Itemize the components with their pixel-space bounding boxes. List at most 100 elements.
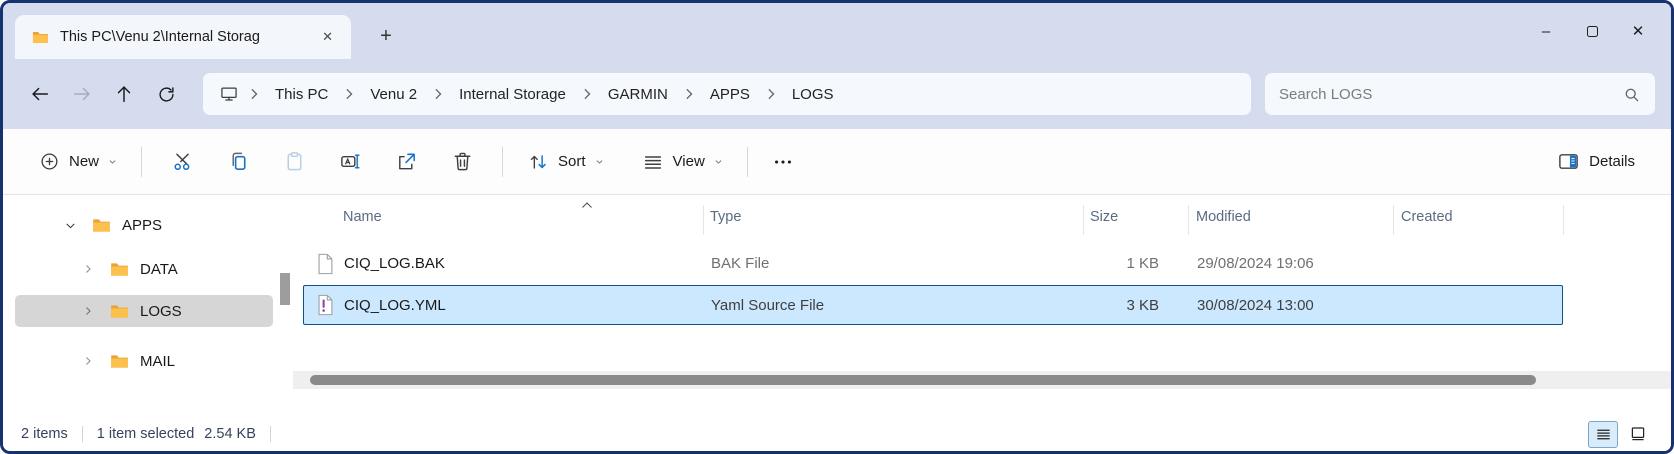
details-view-icon [1595,426,1612,443]
status-bar: 2 items 1 item selected 2.54 KB [3,417,1671,451]
navigation-bar: This PC Venu 2 Internal Storage GARMIN A… [3,59,1671,129]
search-input[interactable] [1279,86,1622,103]
forward-arrow-icon [71,83,93,105]
new-tab-button[interactable]: + [369,19,403,53]
sort-button[interactable]: Sort [515,141,616,183]
back-button[interactable] [19,75,61,113]
file-icon [314,252,336,276]
breadcrumb[interactable]: This PC Venu 2 Internal Storage GARMIN A… [203,73,1251,115]
share-button[interactable] [378,141,434,183]
cut-button[interactable] [154,141,210,183]
column-header-created[interactable]: Created [1401,209,1453,225]
chevron-right-icon [578,88,596,100]
file-name: CIQ_LOG.YML [344,297,446,314]
close-button[interactable]: ✕ [1615,11,1661,51]
breadcrumb-item-garmin[interactable]: GARMIN [598,81,678,108]
details-pane-label: Details [1589,153,1635,170]
breadcrumb-item-apps[interactable]: APPS [700,81,760,108]
column-header-name[interactable]: Name [343,209,382,225]
view-button-label: View [673,153,705,170]
search-box[interactable] [1265,73,1655,115]
rename-button[interactable] [322,141,378,183]
cut-icon [171,150,194,173]
sidebar-vertical-scrollbar[interactable] [280,273,290,305]
rename-icon [339,150,362,173]
column-divider[interactable] [1188,205,1189,235]
large-icons-view-toggle[interactable] [1623,421,1653,448]
breadcrumb-item-venu2[interactable]: Venu 2 [360,81,427,108]
tree-item-mail[interactable]: MAIL [15,345,273,377]
copy-icon [227,150,250,173]
new-button-label: New [69,153,99,170]
forward-button[interactable] [61,75,103,113]
folder-icon [109,259,130,280]
tree-item-data[interactable]: DATA [15,253,273,285]
details-view-toggle[interactable] [1588,421,1618,448]
file-size: 1 KB [994,255,1159,272]
file-row-ciq-log-bak[interactable]: CIQ_LOG.BAK BAK File 1 KB 29/08/2024 19:… [303,243,1563,283]
column-header-type[interactable]: Type [710,209,741,225]
content-area: APPS DATA LOGS MAIL Name Type [3,195,1671,417]
column-divider[interactable] [1563,205,1564,235]
chevron-right-icon [340,88,358,100]
titlebar: This PC\Venu 2\Internal Storag ✕ + – ✕ [3,3,1671,59]
search-icon[interactable] [1622,85,1641,104]
copy-button[interactable] [210,141,266,183]
chevron-collapsed-icon[interactable] [77,263,99,275]
trash-icon [451,150,474,173]
file-list: Name Type Size Modified Created CIQ_LOG.… [293,195,1671,417]
tree-item-label: MAIL [140,353,175,370]
view-button[interactable]: View [630,141,735,183]
breadcrumb-item-this-pc[interactable]: This PC [265,81,338,108]
minimize-button[interactable]: – [1523,11,1569,51]
horizontal-scrollbar-thumb[interactable] [310,375,1536,385]
refresh-button[interactable] [145,75,187,113]
details-pane-button[interactable]: Details [1545,141,1647,183]
breadcrumb-item-internal-storage[interactable]: Internal Storage [449,81,576,108]
share-icon [395,150,418,173]
tab-close-icon[interactable]: ✕ [316,27,339,47]
column-divider[interactable] [1393,205,1394,235]
chevron-expanded-icon[interactable] [59,219,81,232]
column-divider[interactable] [703,205,704,235]
tree-item-apps[interactable]: APPS [15,209,273,241]
breadcrumb-item-logs[interactable]: LOGS [782,81,844,108]
more-options-button[interactable] [760,141,806,183]
tree-item-label: DATA [140,261,178,278]
sort-button-label: Sort [558,153,586,170]
toolbar-divider [502,147,503,177]
this-pc-icon [215,84,243,104]
paste-button[interactable] [266,141,322,183]
file-type: BAK File [711,255,769,272]
refresh-icon [156,84,177,105]
chevron-collapsed-icon[interactable] [77,305,99,317]
status-divider [82,426,83,442]
file-size: 3 KB [994,297,1159,314]
file-modified: 30/08/2024 13:00 [1197,297,1314,314]
large-icons-view-icon [1629,425,1647,443]
view-toggles [1588,421,1653,448]
maximize-button[interactable] [1569,11,1615,51]
column-header-size[interactable]: Size [1090,209,1118,225]
column-divider[interactable] [1083,205,1084,235]
folder-icon [91,215,112,236]
new-button[interactable]: New [27,141,129,183]
file-name: CIQ_LOG.BAK [344,255,445,272]
file-row-ciq-log-yml-selected[interactable]: CIQ_LOG.YML Yaml Source File 3 KB 30/08/… [303,285,1563,325]
horizontal-scrollbar[interactable] [293,371,1671,389]
command-toolbar: New Sort View [3,129,1671,195]
chevron-right-icon [680,88,698,100]
up-button[interactable] [103,75,145,113]
chevron-right-icon [429,88,447,100]
tab-title: This PC\Venu 2\Internal Storag [60,29,306,45]
chevron-down-icon [714,157,723,166]
tree-item-logs-selected[interactable]: LOGS [15,295,273,327]
status-divider [270,426,271,442]
toolbar-divider [747,147,748,177]
column-header-modified[interactable]: Modified [1196,209,1251,225]
delete-button[interactable] [434,141,490,183]
chevron-down-icon [108,157,117,166]
explorer-tab[interactable]: This PC\Venu 2\Internal Storag ✕ [15,15,351,59]
toolbar-divider [141,147,142,177]
chevron-collapsed-icon[interactable] [77,355,99,367]
